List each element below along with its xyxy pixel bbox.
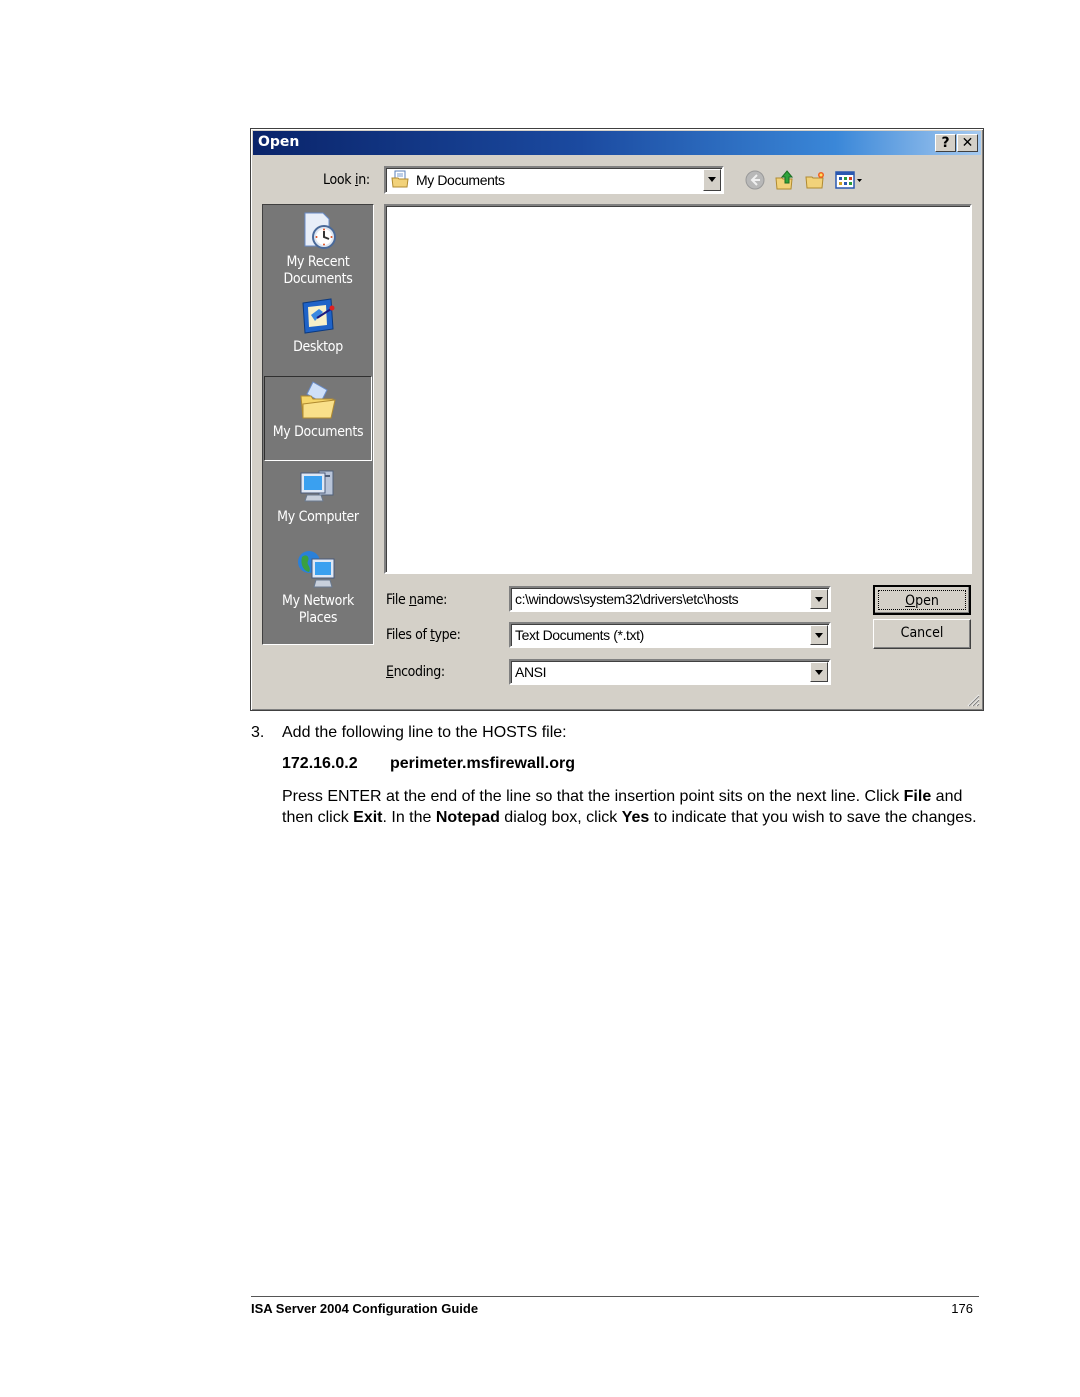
recent-documents-icon <box>304 212 336 249</box>
desktop-icon <box>302 298 335 334</box>
place-label: Desktop <box>293 339 343 355</box>
folder-up-icon[interactable] <box>774 169 796 191</box>
look-in-label: Look in: <box>323 172 370 188</box>
bold-term: Exit <box>353 809 383 826</box>
help-icon: ? <box>941 135 950 151</box>
files-of-type-dropdown[interactable]: Text Documents (*.txt) <box>509 622 831 648</box>
files-of-type-label: Files of type: <box>386 627 461 643</box>
files-of-type-value: Text Documents (*.txt) <box>515 627 644 643</box>
my-documents-icon <box>391 170 409 188</box>
file-name-label: File name: <box>386 592 447 608</box>
paragraph-text: Press ENTER at the end of the line so th… <box>282 788 904 805</box>
my-computer-icon <box>300 470 334 502</box>
open-button[interactable]: Open <box>873 585 971 615</box>
footer-divider <box>251 1296 979 1297</box>
place-label: My Documents <box>272 424 364 440</box>
look-in-dropdown-arrow[interactable] <box>703 169 721 191</box>
back-arrow-icon[interactable] <box>744 169 766 191</box>
look-in-dropdown[interactable]: My Documents <box>384 166 724 194</box>
place-my-computer[interactable]: My Computer <box>264 465 372 545</box>
place-my-recent-documents[interactable]: My Recent Documents <box>264 207 372 294</box>
file-name-input[interactable]: c:\windows\system32\drivers\etc\hosts <box>509 586 831 612</box>
open-button-label: Open <box>878 590 966 610</box>
resize-grip-icon[interactable] <box>966 693 980 707</box>
hosts-name: perimeter.msfirewall.org <box>390 755 575 772</box>
file-list[interactable] <box>384 204 972 574</box>
step-text: Add the following line to the HOSTS file… <box>282 724 567 741</box>
cancel-button[interactable]: Cancel <box>873 619 971 649</box>
place-label: My Computer <box>277 509 359 525</box>
hosts-entry: 172.16.0.2 perimeter.msfirewall.org <box>282 755 575 773</box>
help-button[interactable]: ? <box>935 134 956 152</box>
open-dialog: Open ? ✕ Look in: My Documents My Recent… <box>250 128 984 711</box>
paragraph-text: . In the <box>382 809 436 826</box>
bold-term: Yes <box>621 809 650 826</box>
place-label: My Network <box>282 593 354 609</box>
title-bar[interactable]: Open ? ✕ <box>253 131 981 155</box>
place-label: Places <box>298 610 338 626</box>
encoding-dropdown[interactable]: ANSI <box>509 659 831 685</box>
encoding-label: Encoding: <box>386 664 445 680</box>
paragraph-text: to indicate that you wish to save the ch… <box>649 809 977 826</box>
place-my-network-places[interactable]: My Network Places <box>264 547 372 641</box>
place-label: My Recent <box>286 254 350 270</box>
look-in-value: My Documents <box>416 172 505 188</box>
bold-term: File <box>903 788 932 805</box>
dialog-title: Open <box>258 134 300 150</box>
encoding-value: ANSI <box>515 664 547 680</box>
page-number: 176 <box>951 1301 973 1316</box>
close-icon: ✕ <box>961 135 974 151</box>
paragraph-text: dialog box, click <box>499 809 622 826</box>
bold-term: Notepad <box>435 809 500 826</box>
footer-title: ISA Server 2004 Configuration Guide <box>251 1301 479 1316</box>
view-menu-icon[interactable] <box>834 169 864 191</box>
close-button[interactable]: ✕ <box>957 134 978 152</box>
place-desktop[interactable]: Desktop <box>264 295 372 375</box>
files-of-type-dropdown-arrow[interactable] <box>810 625 828 645</box>
place-my-documents[interactable]: My Documents <box>264 376 372 461</box>
file-name-dropdown-arrow[interactable] <box>810 589 828 609</box>
place-label: Documents <box>283 271 353 287</box>
places-bar: My Recent Documents Desktop My Documents <box>262 204 374 645</box>
file-name-value: c:\windows\system32\drivers\etc\hosts <box>515 591 739 607</box>
my-documents-folder-icon <box>300 381 336 419</box>
new-folder-icon[interactable] <box>804 169 826 191</box>
step-number: 3. <box>251 724 265 741</box>
network-places-icon <box>298 551 335 588</box>
instruction-paragraph: Press ENTER at the end of the line so th… <box>282 786 982 828</box>
hosts-ip: 172.16.0.2 <box>282 755 358 772</box>
encoding-dropdown-arrow[interactable] <box>810 662 828 682</box>
